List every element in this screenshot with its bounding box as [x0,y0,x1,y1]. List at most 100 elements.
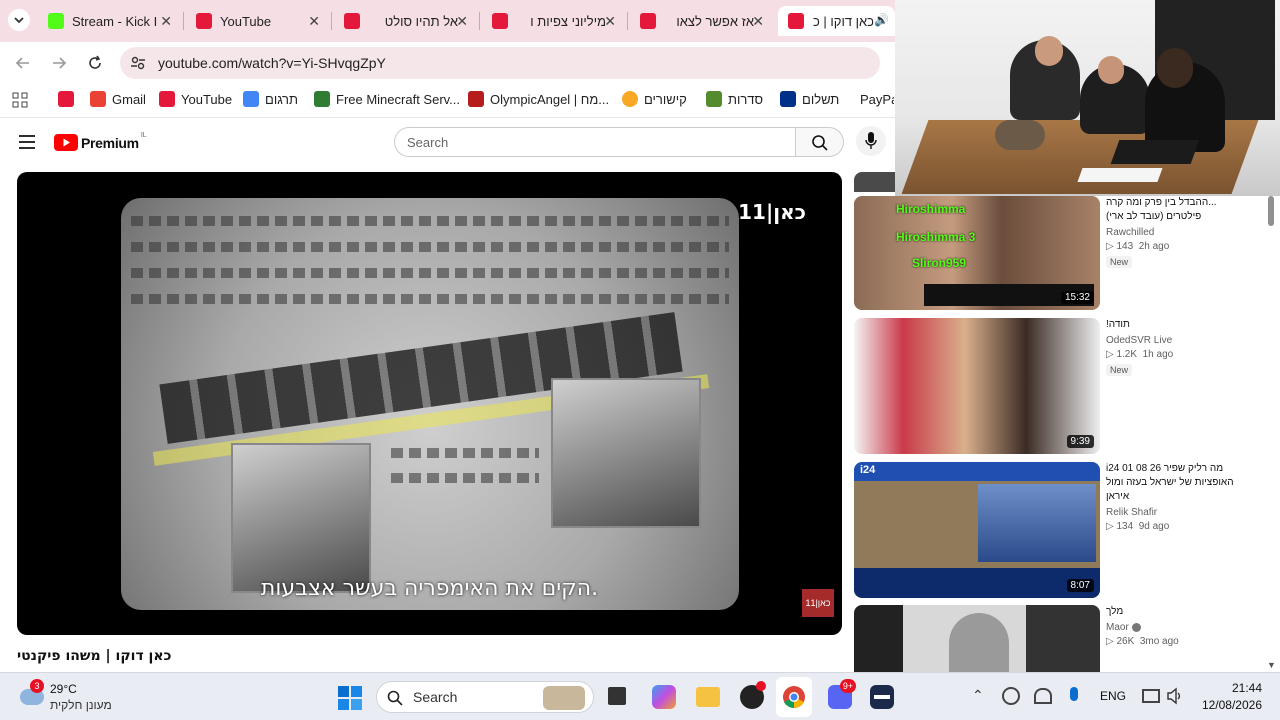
bookmark-series[interactable]: סדרות [706,91,763,107]
webcam-overlay [895,0,1280,196]
weather-widget[interactable]: 3 29°C מעונן חלקית [18,679,128,715]
bookmark-links[interactable]: קישורים [622,91,687,107]
tab-title: YouTube [220,13,272,29]
search-input[interactable]: Search [394,127,796,157]
copilot-icon[interactable] [652,685,676,709]
recommendation-thumbnail[interactable]: Hiroshimma Hiroshimma 3 Sliron959 15:32 [854,196,1100,310]
newspaper-photo-right [551,378,701,528]
obs-icon[interactable] [740,681,766,709]
i24-logo-icon: i24 [860,464,876,476]
video-duration: 9:39 [1066,435,1094,448]
channel-name[interactable]: Maor [1106,622,1266,633]
clock-date[interactable]: 12/08/2026 [1198,698,1262,712]
bookmark-label: Gmail [112,91,146,107]
bookmark-paypal[interactable]: PayPal [854,91,894,107]
chevron-up-icon[interactable]: ⌃ [972,687,984,704]
windows-start-icon[interactable] [338,686,362,710]
video-frame-newspaper [121,198,739,610]
teamviewer-icon[interactable] [870,685,894,709]
clock-time[interactable]: 21:44 [1226,681,1262,695]
task-view-icon[interactable] [608,687,626,705]
bookmark-gmail[interactable]: Gmail [90,91,146,107]
scroll-down-icon[interactable]: ▼ [1267,660,1276,670]
tab-video-3[interactable]: אל תהיו סולט ✕ [334,6,476,36]
bookmark-label: YouTube [181,91,233,107]
chrome-taskbar-button[interactable] [776,677,812,717]
video-meta: ▷ 143 2h ago [1106,241,1170,252]
tab-video-4[interactable]: מיליוני צפיות ו ✕ [482,6,624,36]
recommendation-info[interactable]: ...ההבדל בין פרק ומה קרה פילטרים (עובד ל… [1106,196,1266,268]
channel-name[interactable]: OdedSVR Live [1106,335,1266,346]
back-icon[interactable] [14,54,32,72]
bookmark-translate[interactable]: תרגום [243,91,298,107]
bookmark-youtube-blank[interactable] [58,91,80,107]
recommendation-thumbnail[interactable]: i24 8:07 [854,462,1100,598]
channel-name[interactable]: Rawchilled [1106,227,1266,238]
bookmark-label: תרגום [265,91,298,107]
discord-icon[interactable]: 9+ [828,679,856,709]
recommendation-info[interactable]: מלך Maor ▷ 26K 3mo ago [1106,605,1266,647]
views: 26K [1116,636,1135,647]
recommendation-thumbnail[interactable]: 9:39 [854,318,1100,454]
close-icon[interactable]: ✕ [456,13,468,30]
reload-icon[interactable] [86,54,104,72]
tab-youtube[interactable]: YouTube ✕ [186,6,328,36]
print-line [131,294,729,304]
close-icon[interactable]: ✕ [604,13,616,30]
tab-divider [331,12,332,30]
speaker-icon[interactable]: 🔊 [874,13,889,27]
bookmark-label: תשלום [802,91,840,107]
recommendation-info[interactable]: i24 01 08 26 מה רליק שפיר האופציות של יש… [1106,462,1266,532]
tab-active-video[interactable]: כאן דוקו | כ 🔊 [778,6,895,36]
cat [995,120,1045,150]
print-line [131,268,729,278]
print-line [131,242,729,252]
forward-icon[interactable] [50,54,68,72]
url-text: youtube.com/watch?v=Yi-SHvqgZpY [158,55,386,71]
voice-search-button[interactable] [856,126,886,156]
video-player[interactable]: כאן|11 הקים את האימפריה בעשר אצבעות. כאן… [17,172,842,635]
sync-icon[interactable] [1002,687,1020,705]
video-duration: 8:07 [1066,579,1094,592]
recommendation-title: פילטרים (עובד לב ארי) [1106,211,1202,222]
channel-label: Maor [1106,622,1129,633]
close-icon[interactable]: ✕ [752,13,764,30]
display-icon[interactable] [1142,689,1160,703]
elephants-highlight-icon [543,686,585,710]
tab-video-5[interactable]: אז אפשר לצאו ✕ [630,6,772,36]
tab-title: כאן דוקו | כ [812,13,874,29]
logo-text: Premium [81,134,139,151]
channel-corner-logo[interactable]: כאן|11 [802,589,834,617]
notification-badge: 9+ [840,679,856,693]
network-off-icon[interactable] [1034,688,1052,704]
recommendation-thumbnail[interactable] [854,605,1100,672]
address-bar[interactable]: youtube.com/watch?v=Yi-SHvqgZpY [120,47,880,79]
notification-badge: 3 [30,679,44,693]
taskbar-search[interactable]: Search [376,681,594,713]
bookmark-label: Free Minecraft Serv... [336,91,461,107]
apps-icon[interactable] [12,92,28,108]
volume-icon[interactable] [1166,687,1184,705]
search-button[interactable] [796,127,844,157]
tab-kick[interactable]: Stream - Kick I ✕ [38,6,180,36]
channel-name[interactable]: Relik Shafir [1106,507,1266,518]
bookmark-olympicangel[interactable]: OlympicAngel | מח... [468,91,609,107]
person-head [1035,36,1063,66]
site-info-icon[interactable] [130,55,146,71]
age: 1h ago [1142,349,1174,360]
recommendation-info[interactable]: תודה! OdedSVR Live ▷ 1.2K 1h ago New [1106,318,1266,376]
mic-icon[interactable] [1070,687,1078,701]
tab-search-button[interactable] [8,9,30,31]
close-icon[interactable]: ✕ [308,13,320,30]
newspaper-photo-left [231,443,371,593]
close-icon[interactable]: ✕ [160,13,172,30]
views: 143 [1116,241,1134,252]
input-language[interactable]: ENG [1100,689,1126,703]
youtube-logo[interactable]: Premium IL [54,132,147,151]
bookmark-payment[interactable]: תשלום [780,91,839,107]
bookmark-youtube[interactable]: YouTube [159,91,232,107]
file-explorer-icon[interactable] [696,687,720,707]
bookmark-minecraft[interactable]: Free Minecraft Serv... [314,91,460,107]
hamburger-icon[interactable] [18,134,36,150]
scrollbar-thumb[interactable] [1268,196,1274,226]
